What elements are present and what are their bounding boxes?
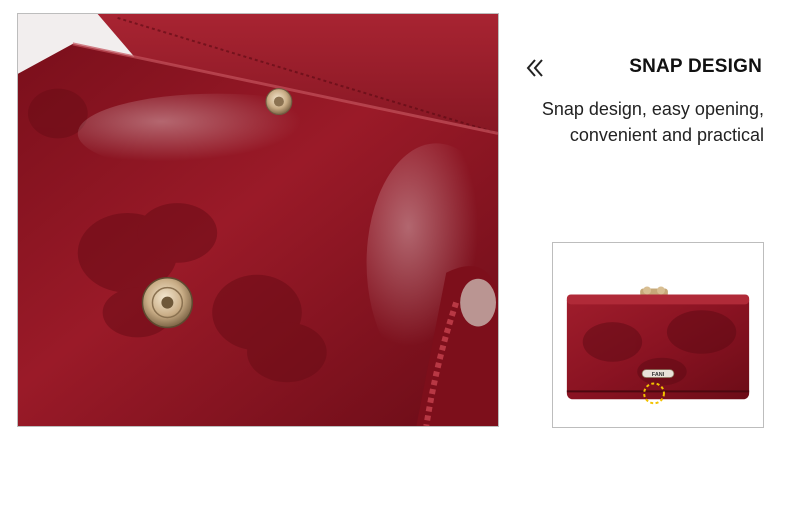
feature-title: SNAP DESIGN [629,56,762,77]
feature-description: Snap design, easy opening, convenient an… [514,96,764,148]
brand-label: FANI [652,372,665,378]
wallet-thumbnail: FANI [552,242,764,428]
wallet-closeup-image [18,14,498,426]
description-line-1: Snap design, easy opening, [541,99,764,119]
main-product-photo [17,13,499,427]
wallet-full-image: FANI [553,243,763,427]
double-chevron-left-icon [524,55,546,81]
description-line-2: convenient and practical [569,125,764,145]
